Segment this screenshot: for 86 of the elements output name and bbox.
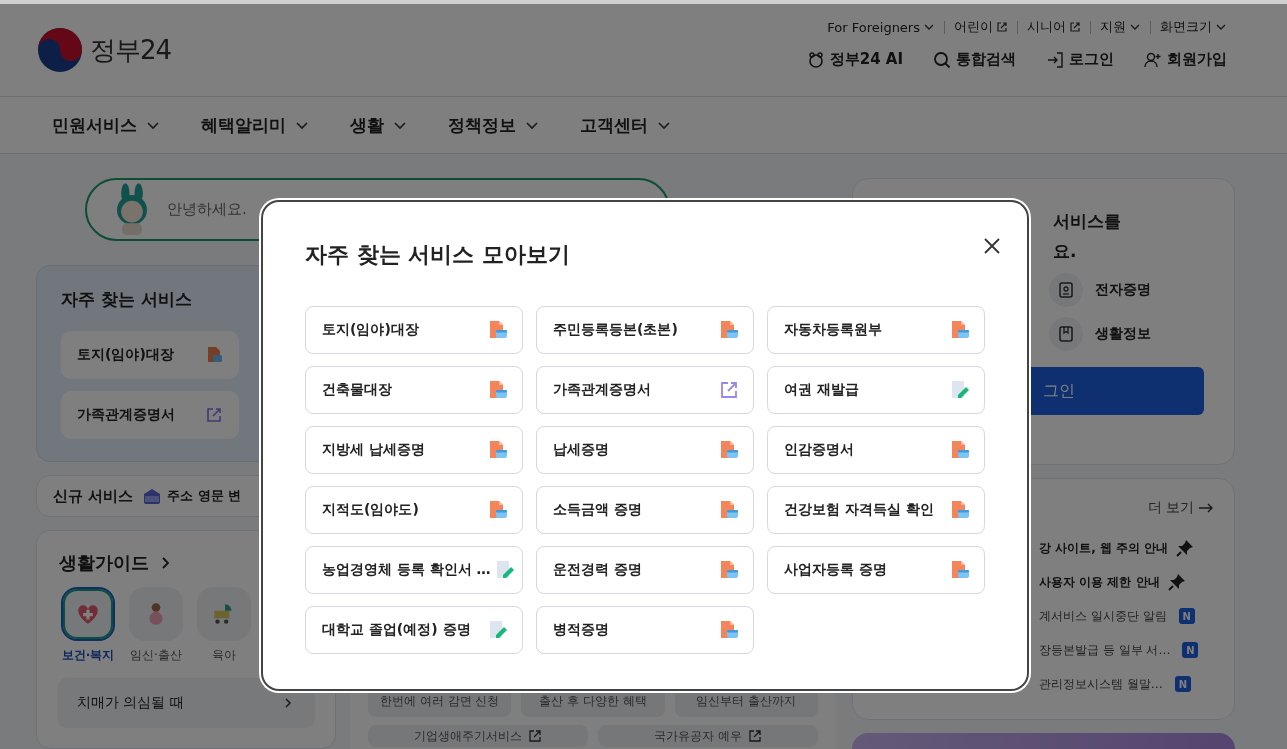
- service-item[interactable]: 건강보험 자격득실 확인: [767, 486, 985, 534]
- pdf-document-icon: [950, 500, 970, 520]
- mailbox-icon: [142, 486, 163, 506]
- nav-menu-item[interactable]: 생활: [350, 113, 408, 137]
- edit-document-icon: [488, 620, 508, 640]
- new-service-link[interactable]: 주소 영문 변: [167, 487, 242, 505]
- header-action[interactable]: 정부24 AI: [806, 50, 903, 69]
- login-icon: [1046, 50, 1064, 69]
- notice-link[interactable]: 장등본발급 등 일부 서…: [1039, 641, 1171, 659]
- pdf-document-icon: [488, 320, 508, 340]
- external-link-icon: [996, 21, 1008, 33]
- pdf-document-icon: [488, 500, 508, 520]
- utility-link[interactable]: 화면크기: [1160, 18, 1227, 36]
- pdf-document-icon: [950, 560, 970, 580]
- guide-topic[interactable]: 치매가 의심될 때: [57, 678, 315, 728]
- guide-tag[interactable]: 기업생애주기서비스: [368, 725, 588, 747]
- logo-icon[interactable]: [36, 26, 84, 74]
- add-user-icon: [1144, 50, 1162, 69]
- service-item[interactable]: 소득금액 증명: [536, 486, 754, 534]
- pdf-document-icon: [950, 320, 970, 340]
- id-card-icon: [1057, 281, 1075, 299]
- external-link-icon: [747, 729, 762, 743]
- edit-document-icon: [494, 560, 515, 580]
- utility-link[interactable]: 지원: [1100, 18, 1141, 36]
- external-link-icon: [1069, 21, 1081, 33]
- pdf-document-icon: [719, 440, 739, 460]
- service-item[interactable]: 병적증명: [536, 606, 754, 654]
- service-item[interactable]: 가족관계증명서: [61, 391, 239, 439]
- notice-link[interactable]: 계서비스 일시중단 알림: [1039, 607, 1167, 625]
- shortcut-link[interactable]: 생활정보: [1049, 317, 1202, 351]
- utility-link[interactable]: For Foreigners: [827, 19, 935, 35]
- service-item[interactable]: 사업자등록 증명: [767, 546, 985, 594]
- service-item[interactable]: 여권 재발급: [767, 366, 985, 414]
- section-title: 자주 찾는 서비스: [61, 288, 193, 311]
- service-item[interactable]: 건축물대장: [305, 366, 523, 414]
- pdf-document-icon: [488, 380, 508, 400]
- nav-menu-item[interactable]: 민원서비스: [52, 113, 161, 137]
- notice-link[interactable]: 관리정보시스템 월말…: [1039, 675, 1163, 693]
- nav-menu-item[interactable]: 정책정보: [448, 113, 540, 137]
- pdf-document-icon: [488, 440, 508, 460]
- service-item[interactable]: 대학교 졸업(예정) 증명: [305, 606, 523, 654]
- header-action[interactable]: 통합검색: [933, 50, 1016, 69]
- new-badge: N: [1182, 642, 1199, 658]
- pdf-document-icon: [950, 440, 970, 460]
- bear-face-icon: [806, 50, 825, 69]
- modal-title: 자주 찾는 서비스 모아보기: [305, 241, 571, 269]
- service-item[interactable]: 인감증명서: [767, 426, 985, 474]
- service-item[interactable]: 납세증명: [536, 426, 754, 474]
- pdf-document-icon: [719, 560, 739, 580]
- new-badge: N: [1174, 676, 1191, 692]
- service-item[interactable]: 토지(임야)대장: [61, 331, 239, 379]
- more-link[interactable]: 더 보기: [1147, 499, 1214, 517]
- pdf-document-icon: [205, 346, 223, 364]
- bookmark-icon: [1057, 325, 1075, 343]
- pdf-document-icon: [719, 620, 739, 640]
- notice-link[interactable]: 사용자 이용 제한 안내: [1039, 573, 1160, 591]
- utility-link[interactable]: 시니어: [1027, 18, 1081, 36]
- shortcut-link[interactable]: 전자증명: [1049, 273, 1202, 307]
- section-title: 신규 서비스: [53, 486, 134, 506]
- notice-link[interactable]: 강 사이트, 웹 주의 안내: [1039, 539, 1169, 557]
- service-item[interactable]: 자동차등록원부: [767, 306, 985, 354]
- pdf-document-icon: [719, 500, 739, 520]
- header-action[interactable]: 로그인: [1046, 50, 1114, 69]
- new-badge: N: [1178, 608, 1195, 624]
- service-item[interactable]: 지방세 납세증명: [305, 426, 523, 474]
- close-icon: [982, 236, 1002, 256]
- nav-menu-item[interactable]: 혜택알리미: [201, 113, 310, 137]
- search-icon: [933, 50, 951, 69]
- logo-text[interactable]: 정부24: [90, 32, 172, 68]
- external-link-icon: [719, 380, 739, 400]
- service-item[interactable]: 가족관계증명서: [536, 366, 754, 414]
- service-item[interactable]: 운전경력 증명: [536, 546, 754, 594]
- edit-document-icon: [950, 380, 970, 400]
- external-link-icon: [205, 406, 223, 424]
- service-item[interactable]: 지적도(임야도): [305, 486, 523, 534]
- nav-menu-item[interactable]: 고객센터: [580, 113, 672, 137]
- guide-tag[interactable]: 국가유공자 예우: [598, 725, 818, 747]
- header-action[interactable]: 회원가입: [1144, 50, 1227, 69]
- greeting-text: 서비스를: [1053, 210, 1122, 233]
- greeting-text: 요.: [1053, 240, 1078, 263]
- pdf-document-icon: [719, 320, 739, 340]
- service-item[interactable]: 주민등록등본(초본): [536, 306, 754, 354]
- service-item[interactable]: 토지(임야)대장: [305, 306, 523, 354]
- utility-link[interactable]: 어린이: [954, 18, 1008, 36]
- service-item[interactable]: 농업경영체 등록 확인서 …: [305, 546, 523, 594]
- external-link-icon: [528, 729, 542, 743]
